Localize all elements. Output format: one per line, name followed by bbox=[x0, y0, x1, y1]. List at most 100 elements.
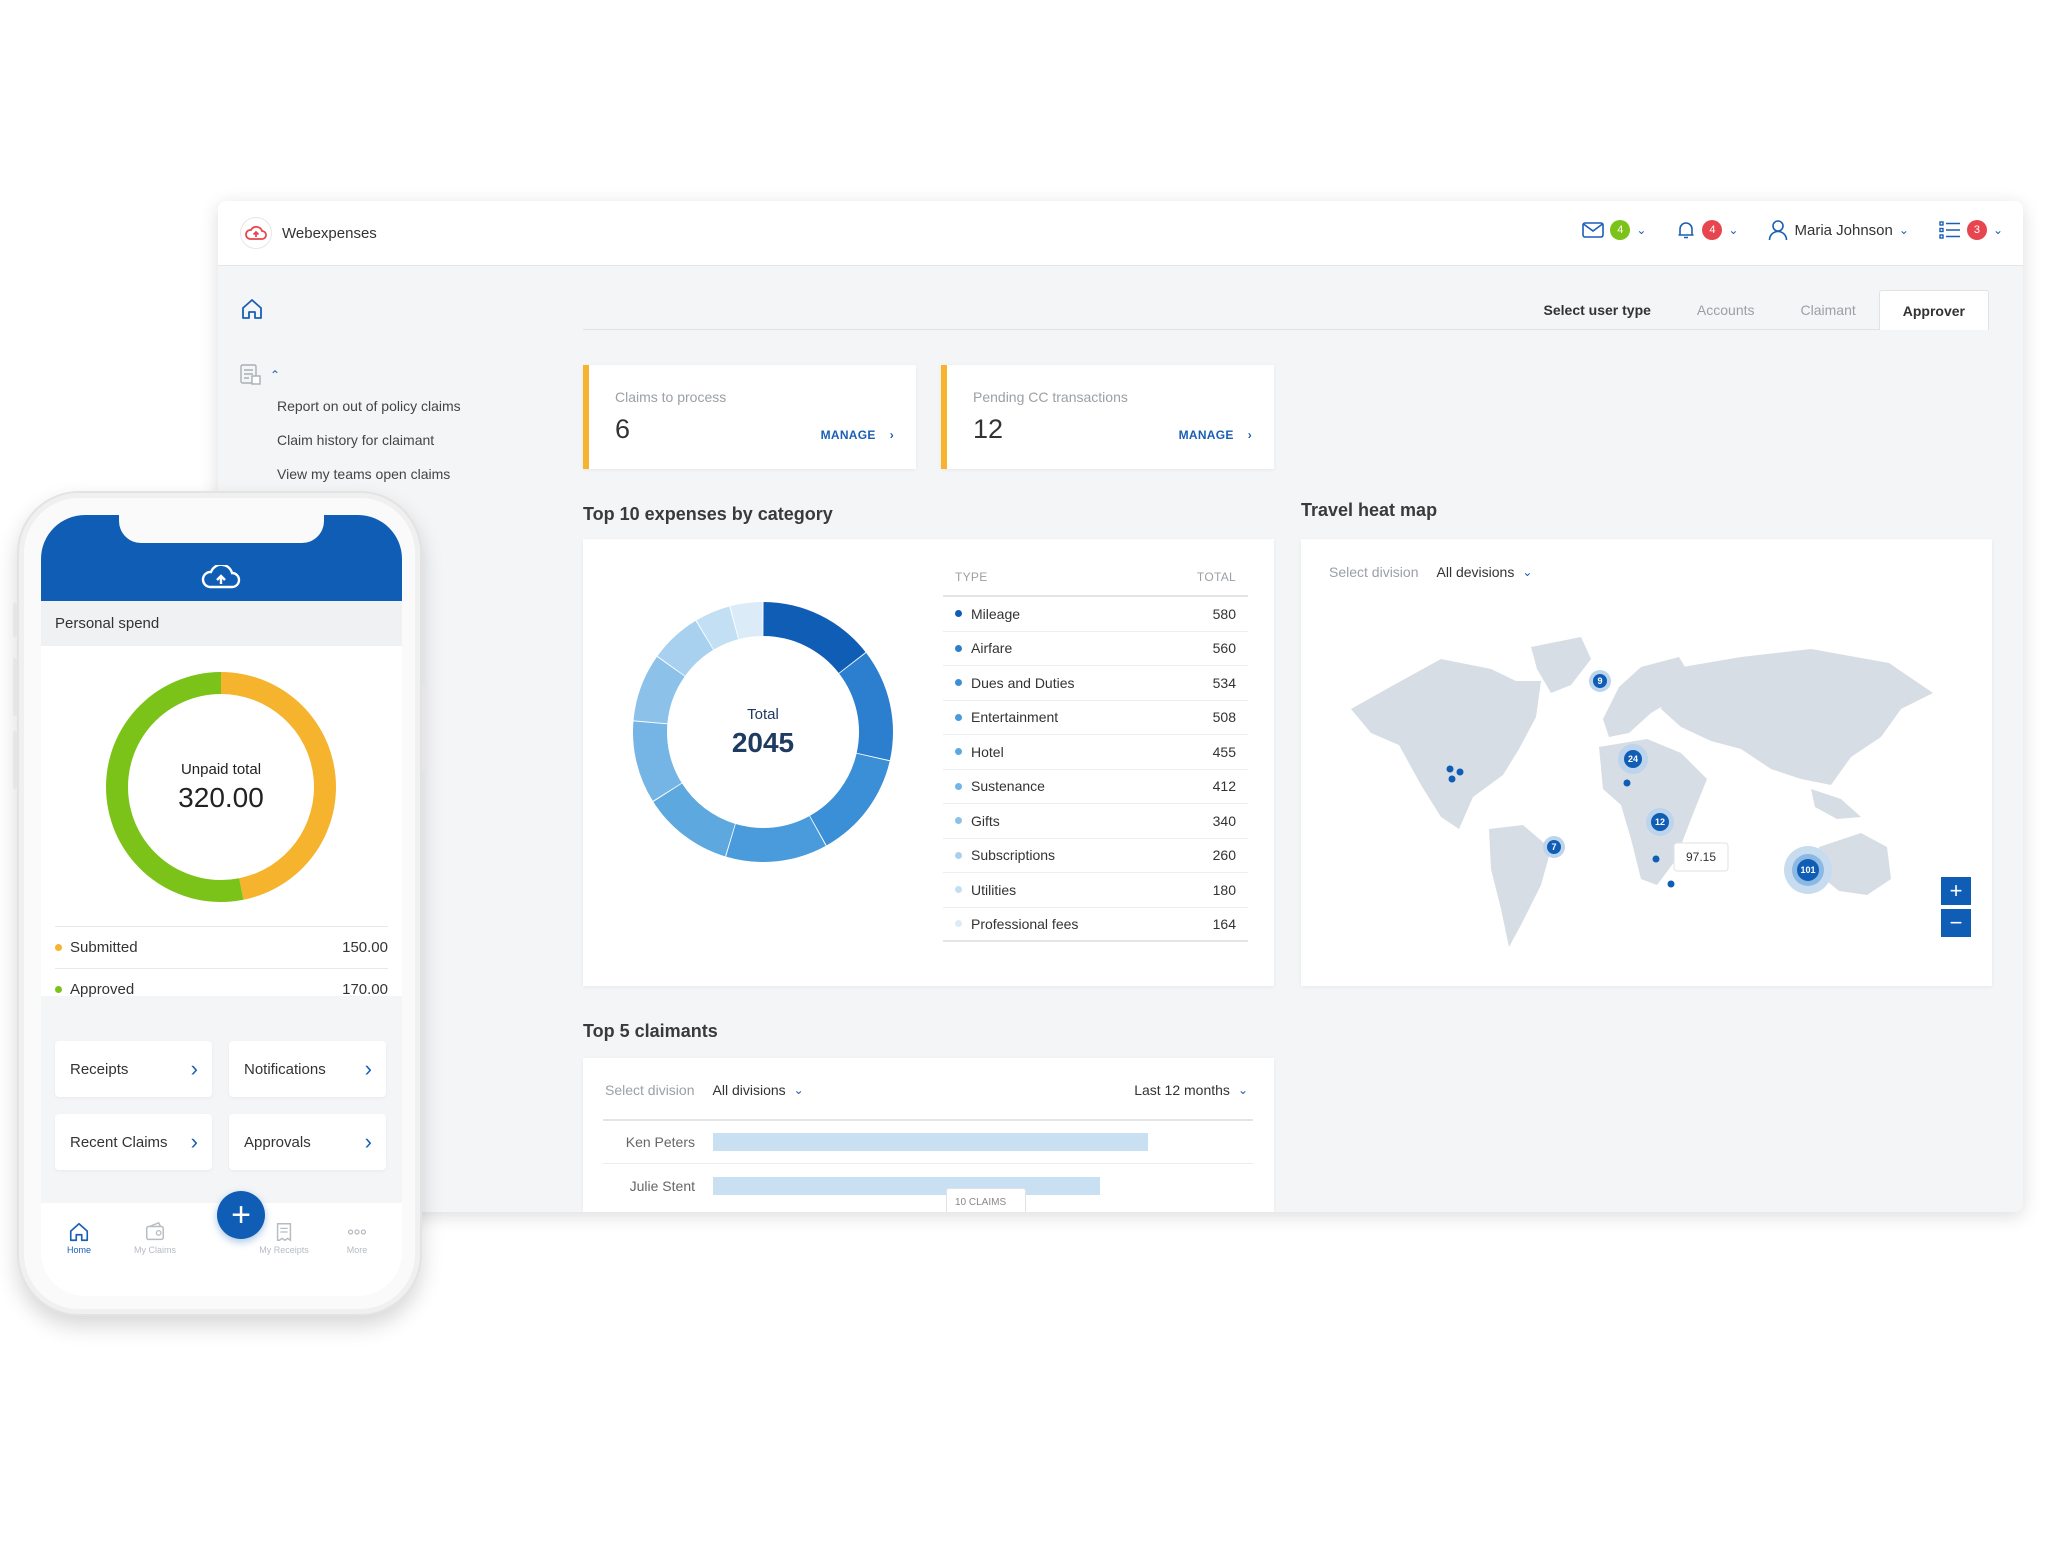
map-point[interactable] bbox=[1623, 779, 1631, 787]
claimants-title: Top 5 claimants bbox=[583, 1021, 718, 1041]
division-select-row: Select division All devisions ⌄ bbox=[1329, 564, 1532, 580]
map-cluster[interactable]: 9 bbox=[1589, 670, 1611, 692]
map-point[interactable] bbox=[1652, 855, 1660, 863]
manage-button[interactable]: MANAGE › bbox=[821, 428, 894, 442]
donut-value: 320.00 bbox=[178, 781, 264, 813]
user-menu[interactable]: Maria Johnson ⌄ bbox=[1768, 219, 1909, 241]
expenses-donut: Total 2045 bbox=[633, 602, 893, 862]
app-name: Webexpenses bbox=[282, 224, 377, 242]
table-row: Entertainment 508 bbox=[943, 701, 1248, 735]
map-point[interactable] bbox=[1446, 765, 1454, 773]
chevron-down-icon: ⌄ bbox=[793, 1083, 804, 1097]
home-nav[interactable] bbox=[240, 297, 264, 326]
heatmap-title: Travel heat map bbox=[1301, 500, 1438, 520]
expense-type: Gifts bbox=[955, 813, 1000, 829]
tasks-badge: 3 bbox=[1966, 220, 1987, 240]
chevron-right-icon: › bbox=[889, 428, 894, 442]
kpi-claims-to-process: Claims to process 6 MANAGE › bbox=[583, 365, 916, 469]
division-select[interactable]: All devisions ⌄ bbox=[1437, 564, 1533, 580]
row-value: 150.00 bbox=[342, 939, 388, 956]
row-label: Approved bbox=[70, 981, 135, 998]
chevron-down-icon: ⌄ bbox=[1992, 223, 2003, 237]
report-links: Report on out of policy claims Claim his… bbox=[277, 398, 461, 500]
tab-more[interactable]: More bbox=[319, 1221, 395, 1255]
tab-approver[interactable]: Approver bbox=[1878, 290, 1989, 330]
donut-label: Unpaid total bbox=[180, 760, 262, 778]
plus-icon: + bbox=[231, 1195, 251, 1234]
tab-claimant[interactable]: Claimant bbox=[1778, 290, 1879, 330]
legend-dot bbox=[955, 748, 962, 756]
tab-my-claims[interactable]: My Claims bbox=[117, 1221, 193, 1255]
notifications-tile[interactable]: Notifications › bbox=[229, 1041, 386, 1097]
alerts-menu[interactable]: 4 ⌄ bbox=[1676, 220, 1738, 240]
zoom-out-button[interactable]: − bbox=[1941, 909, 1971, 937]
legend-dot bbox=[955, 644, 962, 652]
svg-text:24: 24 bbox=[1628, 754, 1638, 764]
expense-total: 260 bbox=[1212, 847, 1236, 864]
chevron-down-icon: ⌄ bbox=[1728, 223, 1739, 237]
nav-link[interactable]: Claim history for claimant bbox=[277, 432, 461, 466]
select-label: Select division bbox=[1329, 564, 1419, 580]
manage-label: MANAGE bbox=[1178, 428, 1234, 442]
receipts-tile[interactable]: Receipts › bbox=[55, 1041, 212, 1097]
add-button[interactable]: + bbox=[217, 1191, 265, 1239]
claimant-row[interactable]: Ken Peters bbox=[603, 1119, 1253, 1163]
list-icon bbox=[1939, 221, 1960, 239]
map-cluster[interactable]: 7 bbox=[1543, 836, 1565, 858]
expense-type: Professional fees bbox=[955, 916, 1078, 932]
alerts-badge: 4 bbox=[1702, 220, 1723, 240]
receipt-icon bbox=[276, 1223, 292, 1242]
expense-type-label: Subscriptions bbox=[971, 847, 1056, 864]
tab-accounts[interactable]: Accounts bbox=[1674, 290, 1778, 330]
map-point[interactable] bbox=[1448, 775, 1456, 783]
world-map[interactable]: 9 24 12 7 101 97.15 bbox=[1341, 629, 1941, 949]
chevron-down-icon: ⌄ bbox=[1237, 1083, 1248, 1097]
map-point[interactable] bbox=[1667, 880, 1675, 888]
map-cluster[interactable]: 24 bbox=[1618, 744, 1648, 774]
col-type: TYPE bbox=[955, 570, 988, 584]
expense-total: 340 bbox=[1212, 812, 1236, 829]
phone-device: Personal spend Unpaid total 320.00 Submi… bbox=[13, 491, 426, 1316]
map-cluster[interactable]: 101 bbox=[1784, 846, 1832, 894]
manage-button[interactable]: MANAGE › bbox=[1179, 428, 1252, 442]
table-header: TYPE TOTAL bbox=[943, 557, 1248, 597]
map-point[interactable] bbox=[1456, 768, 1464, 776]
reports-group-toggle[interactable]: ⌃ bbox=[240, 364, 280, 386]
tab-label: Home bbox=[66, 1245, 91, 1255]
division-select[interactable]: All divisions ⌄ bbox=[713, 1082, 804, 1098]
brand[interactable]: Webexpenses bbox=[240, 217, 377, 249]
period-select[interactable]: Last 12 months ⌄ bbox=[1134, 1082, 1248, 1098]
map-cluster[interactable]: 12 bbox=[1646, 808, 1674, 836]
nav-link[interactable]: Report on out of policy claims bbox=[277, 398, 461, 432]
expense-type: Sustenance bbox=[955, 778, 1045, 794]
period-value-wrap: Last 12 months ⌄ bbox=[1134, 1082, 1248, 1098]
phone-side-button bbox=[13, 731, 17, 789]
approvals-tile[interactable]: Approvals › bbox=[229, 1114, 386, 1170]
chevron-right-icon: › bbox=[1247, 428, 1252, 442]
tile-label: Notifications bbox=[244, 1060, 326, 1078]
claimant-row[interactable]: Julie Stent bbox=[603, 1163, 1253, 1207]
claimant-bar bbox=[713, 1176, 1101, 1195]
tab-label: My Claims bbox=[134, 1245, 176, 1255]
svg-text:12: 12 bbox=[1655, 817, 1665, 827]
tasks-menu[interactable]: 3 ⌄ bbox=[1939, 220, 2003, 240]
claimant-division-row: Select division All divisions ⌄ bbox=[605, 1082, 804, 1098]
donut-center: Unpaid total 320.00 bbox=[106, 672, 336, 902]
mail-badge: 4 bbox=[1610, 220, 1631, 240]
zoom-in-button[interactable]: + bbox=[1941, 877, 1971, 905]
table-row: Professional fees 164 bbox=[943, 908, 1248, 942]
mail-menu[interactable]: 4 ⌄ bbox=[1582, 220, 1646, 240]
home-icon bbox=[69, 1222, 89, 1242]
select-label: Select division bbox=[605, 1082, 695, 1098]
claimants-card: Select division All divisions ⌄ Last 12 m… bbox=[583, 1058, 1274, 1212]
expense-type: Hotel bbox=[955, 744, 1004, 760]
tab-home[interactable]: Home bbox=[41, 1221, 117, 1255]
more-icon bbox=[347, 1229, 367, 1235]
chevron-down-icon: ⌄ bbox=[1636, 223, 1647, 237]
expense-type: Subscriptions bbox=[955, 847, 1055, 863]
expenses-table: TYPE TOTAL Mileage 580 Airfare 560 Dues and … bbox=[943, 557, 1248, 942]
expenses-title: Top 10 expenses by category bbox=[583, 504, 833, 524]
legend-dot bbox=[955, 886, 962, 894]
recent-claims-tile[interactable]: Recent Claims › bbox=[55, 1114, 212, 1170]
phone-side-button bbox=[13, 603, 17, 637]
